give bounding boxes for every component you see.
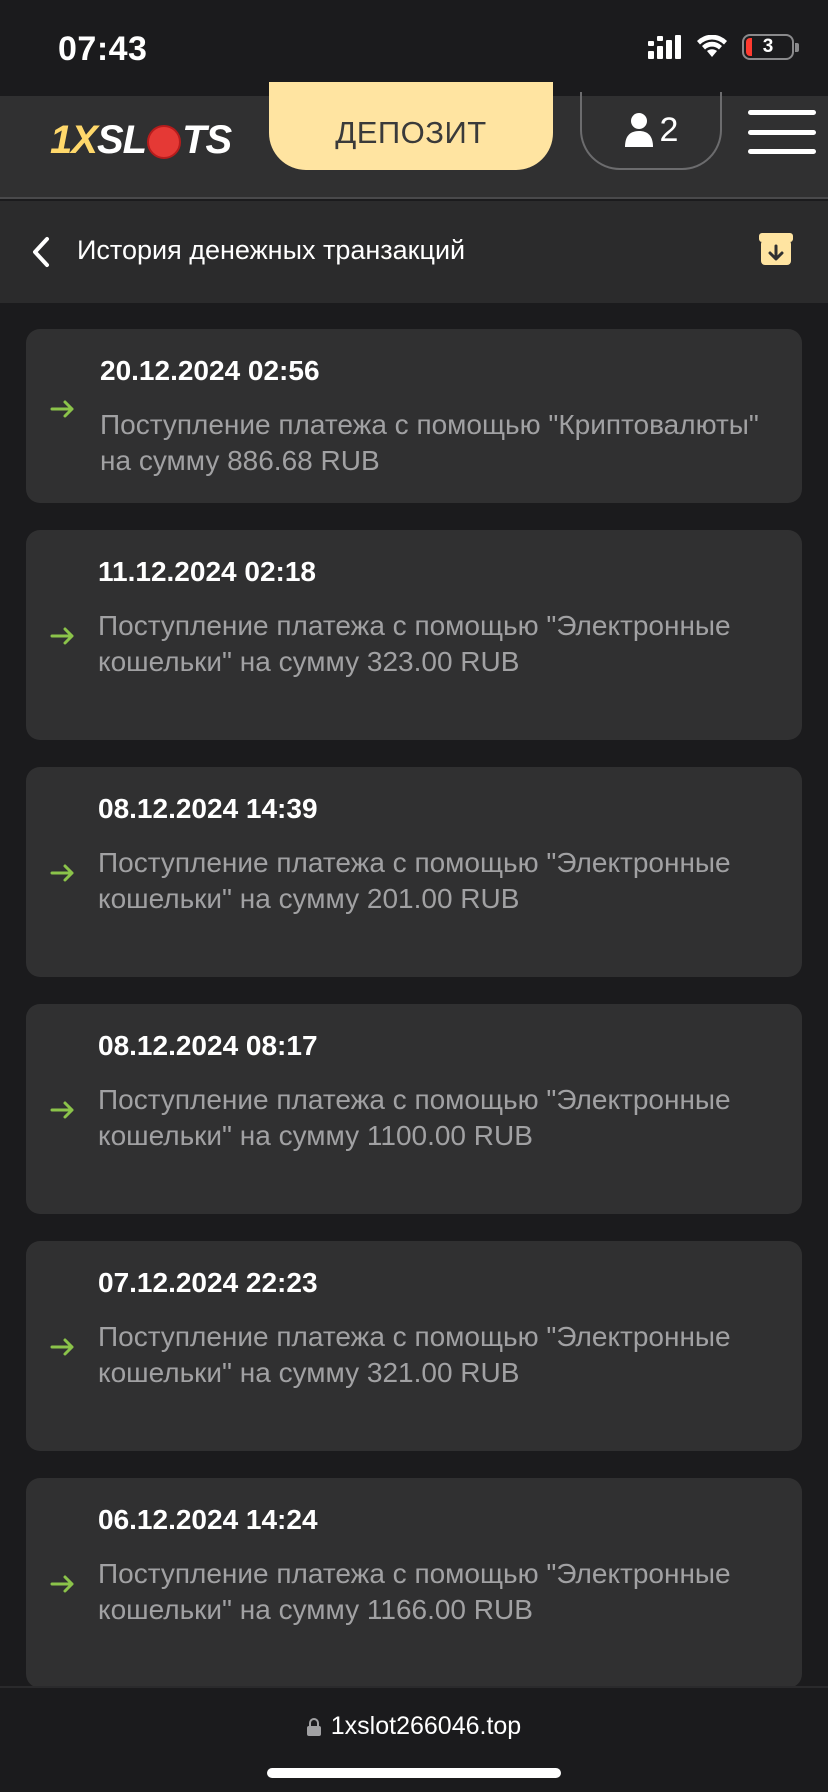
account-count: 2 xyxy=(659,110,679,149)
incoming-arrow-icon xyxy=(50,1338,74,1356)
signal-icon xyxy=(648,35,681,59)
ornament-icon xyxy=(147,125,182,159)
transaction-date: 07.12.2024 22:23 xyxy=(98,1267,318,1298)
logo-suffix: SL xyxy=(96,117,147,162)
page-title-bar: История денежных транзакций xyxy=(0,201,828,303)
transaction-card: 06.12.2024 14:24 Поступление платежа с п… xyxy=(26,1478,802,1688)
home-indicator[interactable] xyxy=(267,1768,561,1778)
logo-end: TS xyxy=(182,117,232,162)
menu-line xyxy=(748,129,816,135)
battery-icon: 3 xyxy=(742,34,799,60)
transaction-date: 20.12.2024 02:56 xyxy=(100,355,320,386)
site-header: 1X SL TS ДЕПОЗИТ 2 xyxy=(0,82,828,199)
battery-fill xyxy=(746,38,752,56)
transaction-description: Поступление платежа с помощью "Электронн… xyxy=(98,847,731,914)
logo-prefix: 1X xyxy=(50,117,98,162)
incoming-arrow-icon xyxy=(50,627,74,645)
transaction-date: 08.12.2024 14:39 xyxy=(98,793,318,824)
site-logo[interactable]: 1X SL TS xyxy=(50,110,232,170)
incoming-arrow-icon xyxy=(50,864,74,882)
transaction-description: Поступление платежа с помощью "Электронн… xyxy=(98,1558,731,1625)
transaction-date: 08.12.2024 08:17 xyxy=(98,1030,318,1061)
transaction-description: Поступление платежа с помощью "Электронн… xyxy=(98,1084,731,1151)
deposit-button[interactable]: ДЕПОЗИТ xyxy=(269,82,553,170)
menu-line xyxy=(748,149,816,154)
battery-level: 3 xyxy=(762,36,774,57)
transaction-description: Поступление платежа с помощью "Электронн… xyxy=(98,610,731,677)
battery-nub xyxy=(795,43,799,52)
menu-button[interactable] xyxy=(748,110,816,154)
url-display[interactable]: 1xslot266046.top xyxy=(0,1712,828,1741)
back-icon[interactable] xyxy=(26,235,56,269)
browser-url-bar[interactable]: 1xslot266046.top xyxy=(0,1686,828,1792)
user-icon xyxy=(624,113,653,147)
archive-download-icon[interactable] xyxy=(758,232,794,266)
transaction-card: 11.12.2024 02:18 Поступление платежа с п… xyxy=(26,530,802,740)
transaction-list: 20.12.2024 02:56 Поступление платежа с п… xyxy=(0,303,828,1688)
transaction-date: 11.12.2024 02:18 xyxy=(98,556,316,587)
incoming-arrow-icon xyxy=(50,400,74,418)
transaction-card: 08.12.2024 08:17 Поступление платежа с п… xyxy=(26,1004,802,1214)
account-button[interactable]: 2 xyxy=(580,92,722,170)
wifi-icon xyxy=(697,35,727,57)
transaction-card: 07.12.2024 22:23 Поступление платежа с п… xyxy=(26,1241,802,1451)
incoming-arrow-icon xyxy=(50,1575,74,1593)
incoming-arrow-icon xyxy=(50,1101,74,1119)
lock-icon xyxy=(306,1717,321,1736)
status-icons: 3 xyxy=(648,34,799,60)
deposit-label: ДЕПОЗИТ xyxy=(335,115,487,150)
transaction-description: Поступление платежа с помощью "Криптовал… xyxy=(100,409,759,476)
url-text: 1xslot266046.top xyxy=(330,1712,522,1740)
transaction-card: 08.12.2024 14:39 Поступление платежа с п… xyxy=(26,767,802,977)
status-time: 07:43 xyxy=(58,30,148,68)
transaction-date: 06.12.2024 14:24 xyxy=(98,1504,318,1535)
transaction-description: Поступление платежа с помощью "Электронн… xyxy=(98,1321,731,1388)
transaction-card: 20.12.2024 02:56 Поступление платежа с п… xyxy=(26,329,802,503)
menu-line xyxy=(748,110,816,115)
page-title: История денежных транзакций xyxy=(77,235,466,265)
